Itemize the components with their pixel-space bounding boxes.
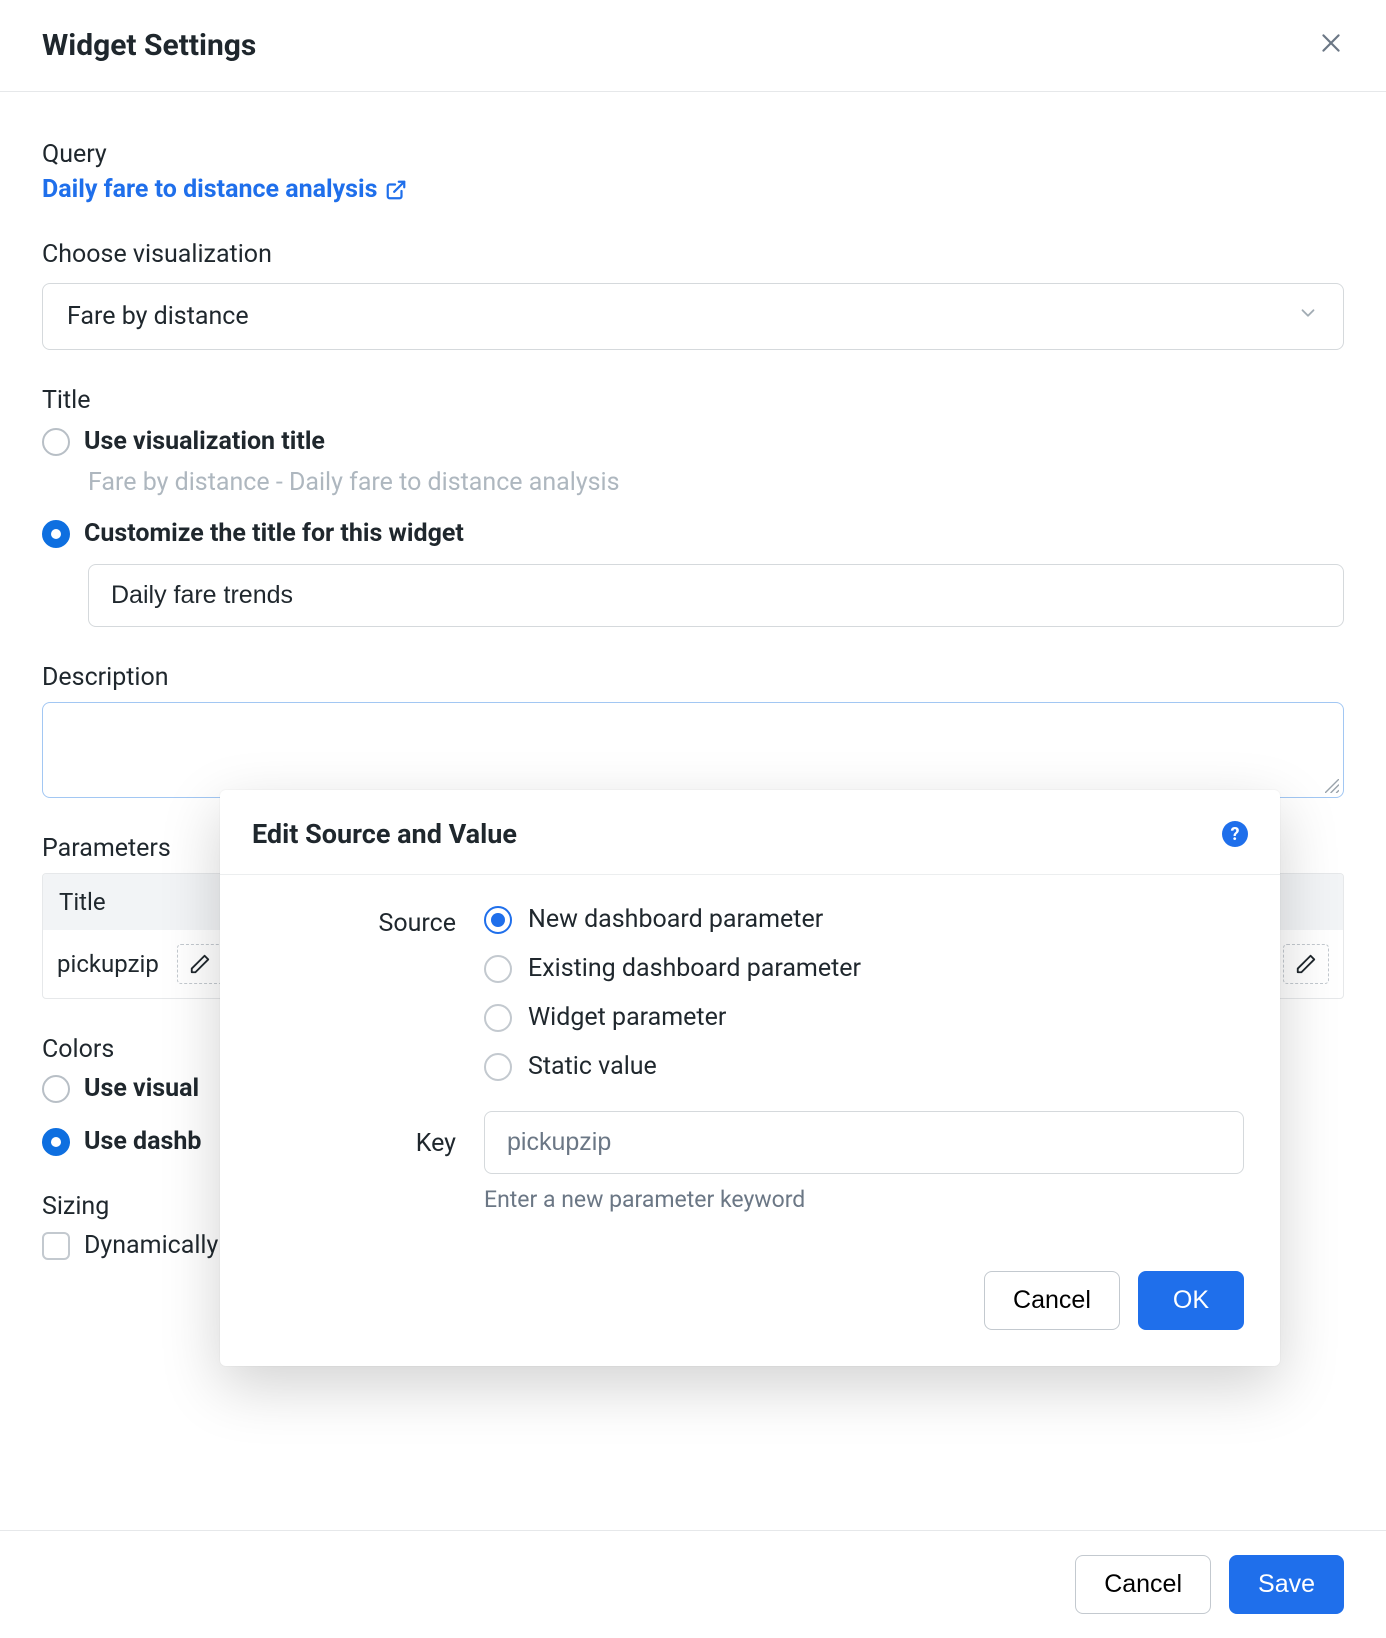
visualization-label: Choose visualization [42, 240, 1344, 269]
parameter-edit-button-right[interactable] [1283, 944, 1329, 984]
radio-label-customize: Customize the title for this widget [84, 519, 464, 548]
query-section: Query Daily fare to distance analysis [42, 140, 1344, 204]
close-icon [1318, 30, 1344, 56]
radio-customize-title[interactable]: Customize the title for this widget [42, 519, 1344, 548]
modal-body: Source New dashboard parameter Existing … [220, 875, 1280, 1253]
source-row: Source New dashboard parameter Existing … [256, 905, 1244, 1081]
key-help-text: Enter a new parameter keyword [484, 1186, 1244, 1213]
modal-title: Edit Source and Value [252, 818, 517, 850]
modal-ok-button[interactable]: OK [1138, 1271, 1244, 1330]
save-button[interactable]: Save [1229, 1555, 1344, 1614]
radio-widget-parameter[interactable]: Widget parameter [484, 1003, 1244, 1032]
dialog-title: Widget Settings [42, 28, 256, 63]
custom-title-input[interactable] [88, 564, 1344, 627]
checkbox-indicator [42, 1232, 70, 1260]
title-section: Title Use visualization title Fare by di… [42, 386, 1344, 627]
radio-indicator [484, 955, 512, 983]
query-link-text: Daily fare to distance analysis [42, 175, 377, 204]
help-icon[interactable]: ? [1222, 821, 1248, 847]
radio-label-use-viz: Use visualization title [84, 427, 325, 456]
radio-indicator [42, 428, 70, 456]
radio-indicator [484, 906, 512, 934]
dialog-header: Widget Settings [0, 0, 1386, 92]
viz-title-preview: Fare by distance - Daily fare to distanc… [88, 468, 1344, 497]
edit-source-value-modal: Edit Source and Value ? Source New dashb… [220, 790, 1280, 1366]
parameter-name: pickupzip [57, 950, 159, 978]
title-label: Title [42, 386, 1344, 415]
radio-indicator [42, 1128, 70, 1156]
radio-indicator [484, 1004, 512, 1032]
radio-existing-dashboard-parameter[interactable]: Existing dashboard parameter [484, 954, 1244, 983]
radio-use-viz-title[interactable]: Use visualization title [42, 427, 1344, 456]
resize-handle-icon [1325, 779, 1339, 793]
key-input[interactable] [484, 1111, 1244, 1174]
source-label: Source [256, 905, 456, 1081]
modal-header: Edit Source and Value ? [220, 790, 1280, 875]
description-section: Description [42, 663, 1344, 798]
key-row: Key Enter a new parameter keyword [256, 1111, 1244, 1213]
query-link[interactable]: Daily fare to distance analysis [42, 175, 407, 204]
parameter-edit-button[interactable] [177, 944, 223, 984]
close-button[interactable] [1318, 30, 1344, 62]
radio-label: Existing dashboard parameter [528, 954, 861, 983]
widget-settings-dialog: Widget Settings Query Daily fare to dist… [0, 0, 1386, 1638]
cancel-button[interactable]: Cancel [1075, 1555, 1211, 1614]
radio-new-dashboard-parameter[interactable]: New dashboard parameter [484, 905, 1244, 934]
pencil-icon [1295, 953, 1317, 975]
radio-indicator [42, 1075, 70, 1103]
radio-indicator [484, 1053, 512, 1081]
radio-label-viz-colors: Use visual [84, 1074, 199, 1103]
external-link-icon [385, 179, 407, 201]
visualization-select[interactable]: Fare by distance [42, 283, 1344, 350]
visualization-selected-value: Fare by distance [67, 302, 249, 331]
key-label: Key [256, 1111, 456, 1213]
radio-label: Static value [528, 1052, 657, 1081]
radio-label: Widget parameter [528, 1003, 726, 1032]
chevron-down-icon [1297, 302, 1319, 331]
modal-footer: Cancel OK [220, 1253, 1280, 1366]
radio-label: New dashboard parameter [528, 905, 823, 934]
modal-cancel-button[interactable]: Cancel [984, 1271, 1120, 1330]
description-textarea[interactable] [42, 702, 1344, 798]
radio-static-value[interactable]: Static value [484, 1052, 1244, 1081]
radio-indicator [42, 520, 70, 548]
source-options: New dashboard parameter Existing dashboa… [484, 905, 1244, 1081]
query-label: Query [42, 140, 1344, 169]
visualization-section: Choose visualization Fare by distance [42, 240, 1344, 350]
radio-label-dash-colors: Use dashb [84, 1127, 201, 1156]
pencil-icon [189, 953, 211, 975]
dialog-footer: Cancel Save [0, 1530, 1386, 1638]
description-label: Description [42, 663, 1344, 692]
